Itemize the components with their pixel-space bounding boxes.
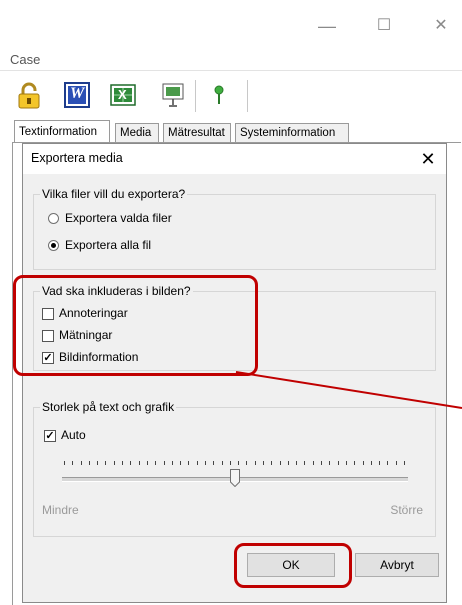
main-window: — ☐ ✕ Case W X Textinformation Media Mät…: [0, 0, 462, 605]
annotation-arrow: [235, 371, 462, 409]
